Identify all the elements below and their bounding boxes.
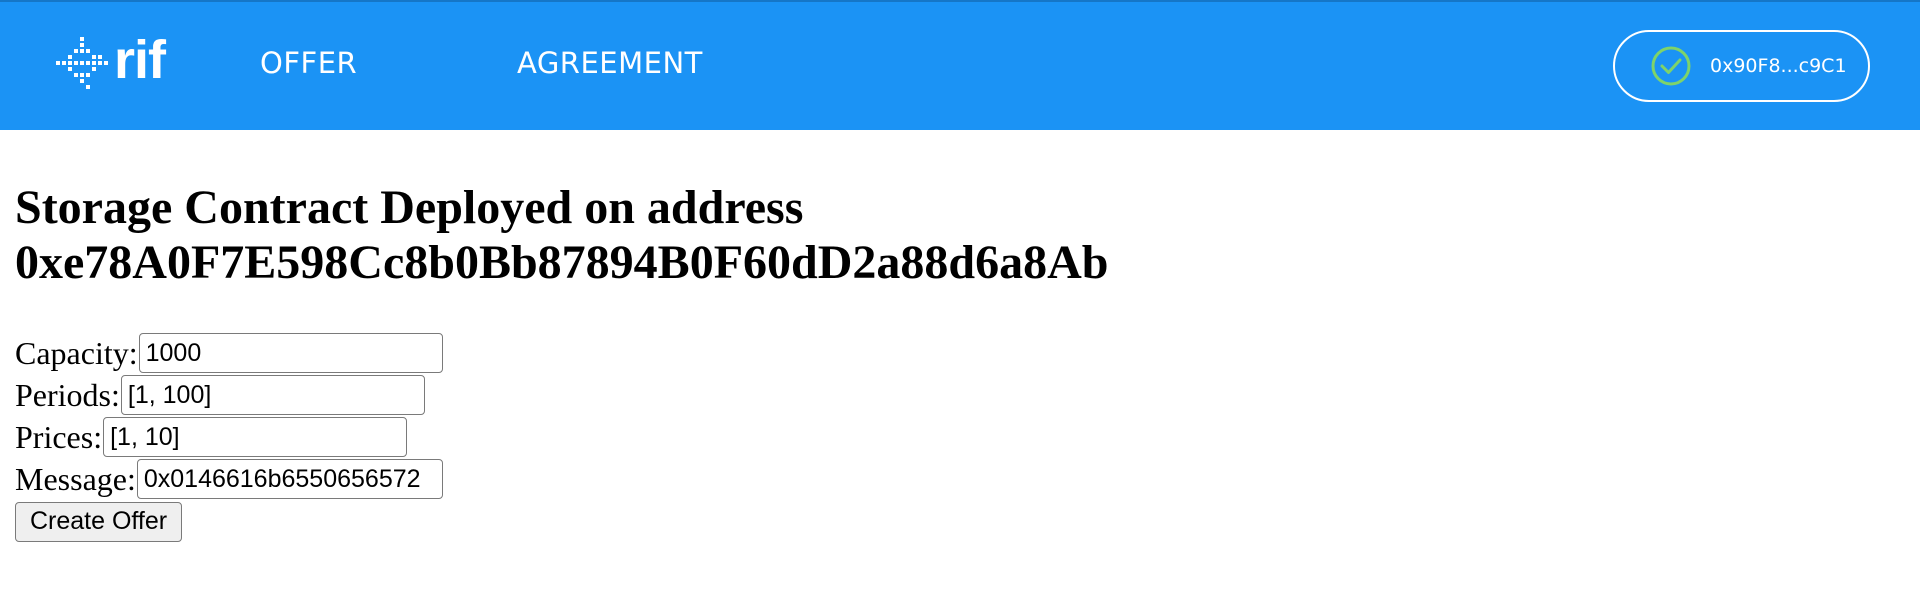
account-address: 0x90F8...c9C1 bbox=[1710, 55, 1847, 77]
main-content: Storage Contract Deployed on address 0xe… bbox=[15, 180, 1108, 542]
page-title-line1: Storage Contract Deployed on address bbox=[15, 181, 804, 234]
nav-offer-link[interactable]: OFFER bbox=[260, 46, 357, 80]
capacity-input[interactable] bbox=[138, 333, 443, 373]
page-title: Storage Contract Deployed on address 0xe… bbox=[15, 180, 1108, 290]
create-offer-form: Capacity: Periods: Prices: Message: Crea… bbox=[15, 332, 1108, 542]
periods-input[interactable] bbox=[120, 375, 425, 415]
account-button[interactable]: 0x90F8...c9C1 bbox=[1613, 30, 1870, 102]
capacity-label: Capacity: bbox=[15, 334, 138, 371]
message-input[interactable] bbox=[136, 459, 443, 499]
top-navigation-bar: rif OFFER AGREEMENT 0x90F8...c9C1 bbox=[0, 0, 1920, 130]
nav-agreement-link[interactable]: AGREEMENT bbox=[517, 46, 703, 80]
check-circle-icon bbox=[1651, 46, 1691, 86]
message-row: Message: bbox=[15, 458, 1108, 500]
message-label: Message: bbox=[15, 460, 136, 497]
capacity-row: Capacity: bbox=[15, 332, 1108, 374]
periods-label: Periods: bbox=[15, 376, 120, 413]
logo-text: rif bbox=[114, 30, 166, 90]
prices-row: Prices: bbox=[15, 416, 1108, 458]
rif-logo[interactable]: rif bbox=[56, 30, 166, 92]
submit-row: Create Offer bbox=[15, 500, 1108, 542]
prices-input[interactable] bbox=[103, 417, 408, 457]
create-offer-button[interactable]: Create Offer bbox=[15, 501, 183, 542]
periods-row: Periods: bbox=[15, 374, 1108, 416]
contract-address: 0xe78A0F7E598Cc8b0Bb87894B0F60dD2a88d6a8… bbox=[15, 236, 1109, 289]
prices-label: Prices: bbox=[15, 418, 103, 455]
rif-logo-mark-icon bbox=[56, 37, 108, 89]
